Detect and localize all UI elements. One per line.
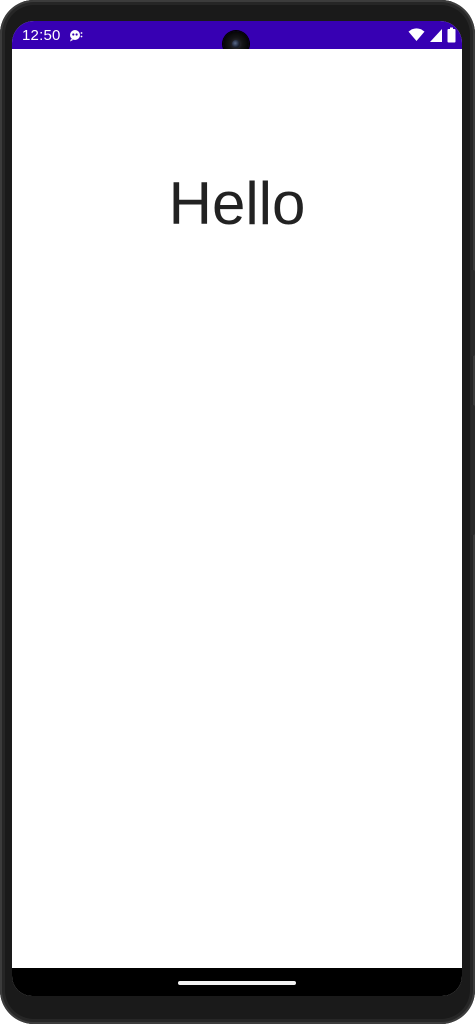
wifi-icon [408, 27, 425, 43]
hello-text: Hello [168, 170, 306, 237]
home-gesture-handle[interactable] [178, 981, 296, 985]
status-icons [408, 27, 456, 43]
phone-frame: 12:50 Hello [0, 0, 475, 1024]
status-bar: 12:50 [12, 21, 462, 57]
cellular-signal-icon [429, 27, 443, 43]
camera-lens [232, 40, 240, 48]
status-time: 12:50 [22, 27, 61, 44]
navigation-bar [12, 968, 462, 996]
screen: 12:50 Hello [12, 21, 462, 996]
power-button [471, 270, 475, 356]
app-content: Hello [12, 49, 462, 968]
battery-icon [447, 27, 456, 43]
notification-icon [70, 30, 83, 42]
volume-button [471, 405, 475, 535]
